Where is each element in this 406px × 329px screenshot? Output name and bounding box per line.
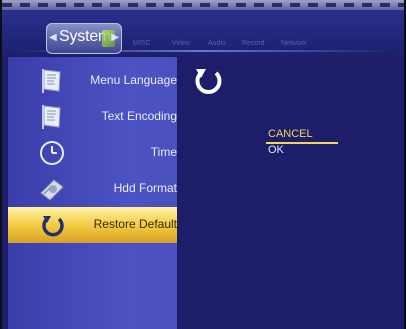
tab-record[interactable]: Record bbox=[242, 40, 265, 47]
sidebar-item-hdd-format[interactable]: Hdd Format bbox=[8, 171, 177, 207]
sidebar-item-label: Restore Default bbox=[93, 217, 177, 231]
sidebar: Menu Language Text Encoding Time Hdd For… bbox=[8, 57, 177, 329]
sidebar-item-label: Text Encoding bbox=[101, 109, 177, 123]
sidebar-item-label: Hdd Format bbox=[113, 181, 177, 195]
tab-video[interactable]: Video bbox=[172, 40, 190, 47]
clock-icon bbox=[40, 141, 64, 165]
header: ◀ System ▶ MISC Video Audio Record Netwo… bbox=[2, 10, 404, 56]
top-strip-pattern bbox=[2, 3, 404, 7]
tab-audio[interactable]: Audio bbox=[208, 40, 226, 47]
restore-icon bbox=[42, 216, 64, 237]
sidebar-item-time[interactable]: Time bbox=[8, 135, 177, 171]
left-arrow-icon: ◀ bbox=[49, 32, 57, 43]
restore-icon bbox=[195, 69, 222, 94]
cancel-option[interactable]: CANCEL bbox=[268, 128, 313, 140]
screen: ◀ System ▶ MISC Video Audio Record Netwo… bbox=[2, 0, 404, 329]
top-strip bbox=[2, 0, 404, 10]
ok-option[interactable]: OK bbox=[268, 144, 284, 156]
sidebar-item-menu-language[interactable]: Menu Language bbox=[8, 63, 177, 99]
sidebar-item-label: Menu Language bbox=[90, 73, 177, 87]
flag-icon bbox=[42, 69, 61, 93]
tab-system[interactable]: ◀ System ▶ bbox=[46, 23, 122, 54]
flag-icon bbox=[42, 105, 61, 129]
tab-network[interactable]: Network bbox=[281, 40, 307, 47]
right-arrow-icon: ▶ bbox=[111, 32, 119, 43]
sidebar-item-label: Time bbox=[150, 145, 177, 159]
hdd-icon bbox=[40, 179, 64, 201]
sidebar-item-restore-default[interactable]: Restore Default bbox=[8, 207, 177, 243]
sidebar-item-text-encoding[interactable]: Text Encoding bbox=[8, 99, 177, 135]
tab-misc[interactable]: MISC bbox=[133, 40, 151, 47]
